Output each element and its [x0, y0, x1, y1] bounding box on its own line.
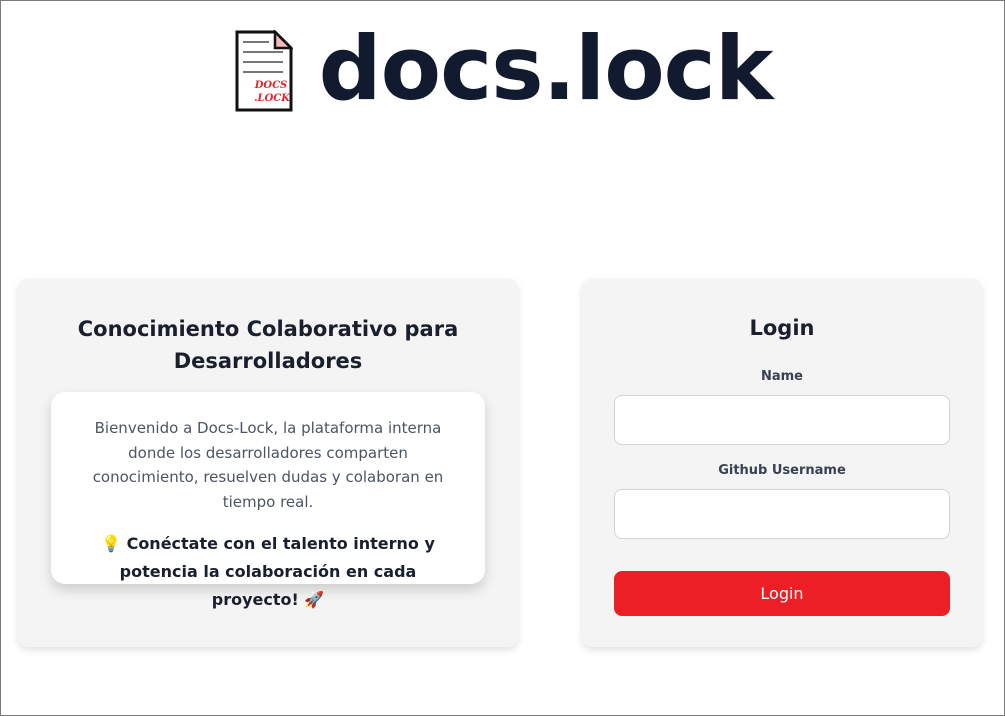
name-input[interactable]: [614, 395, 950, 445]
github-username-input[interactable]: [614, 489, 950, 539]
login-button[interactable]: Login: [614, 571, 950, 616]
welcome-text: Bienvenido a Docs-Lock, la plataforma in…: [92, 419, 444, 511]
logo-text-lock: .LOCK: [254, 93, 291, 104]
logo-text-docs: DOCS: [253, 80, 287, 91]
login-card: Login Name Github Username Login: [582, 279, 982, 647]
welcome-box: Bienvenido a Docs-Lock, la plataforma in…: [51, 392, 485, 609]
login-title: Login: [749, 316, 815, 340]
header: DOCS .LOCK docs.lock: [1, 21, 1005, 121]
name-label: Name: [760, 369, 803, 384]
document-icon: DOCS .LOCK: [235, 30, 293, 112]
info-card-title: Conocimiento Colaborativo para Desarroll…: [77, 317, 459, 373]
github-username-label: Github Username: [718, 463, 846, 478]
info-card: Conocimiento Colaborativo para Desarroll…: [18, 279, 518, 647]
call-to-action-text: 💡 Conéctate con el talento interno y pot…: [101, 534, 435, 609]
brand-title: docs.lock: [318, 17, 774, 120]
